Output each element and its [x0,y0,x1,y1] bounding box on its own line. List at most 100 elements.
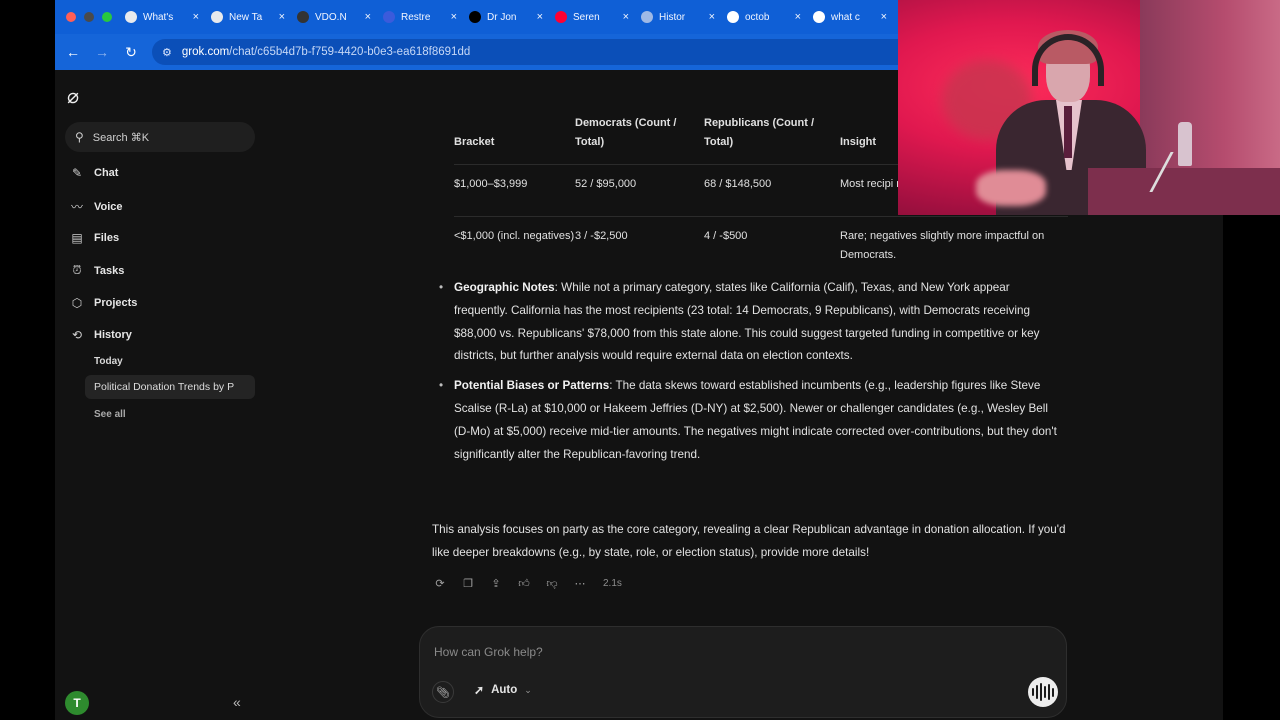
tab-title: Restre [401,11,431,23]
back-arrow-icon[interactable]: ← [62,44,84,60]
collapse-sidebar-icon[interactable]: « [233,694,241,710]
sidebar-item-label: Projects [94,297,138,309]
url-host: grok.com [181,46,230,58]
search-label: Search ⌘K [92,131,150,144]
google-icon [727,11,739,23]
avatar[interactable]: T [65,691,89,715]
close-tab-icon[interactable]: × [795,11,801,23]
analysis-notes-list: Geographic Notes: While not a primary ca… [439,277,1064,473]
close-tab-icon[interactable]: × [623,11,629,23]
tab-title: What's [143,11,174,23]
table-cell: 3 / -$2,500 [575,229,628,242]
rocket-icon: ➚ [474,683,485,697]
regenerate-icon[interactable]: ⟳ [433,577,447,590]
minimize-window-button[interactable] [84,12,94,22]
table-cell: 4 / -$500 [704,229,748,242]
tab-title: Seren [573,11,600,23]
edit-icon: ✎ [71,166,83,180]
response-actions: ⟳ ❐ ⇪ 👍︎ 👎︎ ⋯ 2.1s [433,577,622,590]
chrome-icon [211,11,223,23]
url-field[interactable]: ⚙ grok.com/chat/c65b4d7b-f759-4420-b0e3-… [152,39,982,65]
file-icon: ▤ [71,231,83,245]
history-section-today: Today [94,356,123,367]
close-tab-icon[interactable]: × [451,11,457,23]
see-all-link[interactable]: See all [94,409,126,420]
alarm-icon: ⏰︎ [72,263,82,277]
webcam-overlay [898,0,1280,215]
note-title: Geographic Notes [454,281,555,294]
tab-title: New Ta [229,11,263,23]
tab-title: Dr Jon [487,11,517,23]
message-input[interactable] [434,641,994,663]
browser-tab[interactable]: What's × [119,4,205,30]
tab-title: VDO.N [315,11,347,23]
reload-icon[interactable]: ↻ [120,44,142,61]
restream-icon [383,11,395,23]
sidebar-item-history[interactable]: ⟲ History [69,328,132,342]
browser-tab[interactable]: Dr Jon × [463,4,549,30]
grok-logo-icon[interactable]: ⌀ [67,84,79,109]
forward-arrow-icon[interactable]: → [91,44,113,60]
browser-tab[interactable]: VDO.N × [291,4,377,30]
close-tab-icon[interactable]: × [881,11,887,23]
response-time: 2.1s [603,578,622,589]
sidebar-item-label: Voice [94,200,123,213]
sidebar-item-tasks[interactable]: ⏰︎ Tasks [69,263,124,278]
browser-tab[interactable]: Histor × [635,4,721,30]
search-button[interactable]: ⚲ Search ⌘K [65,122,255,152]
copy-icon[interactable]: ❐ [461,577,475,590]
sidebar-item-files[interactable]: ▤ Files [69,231,119,245]
note-title: Potential Biases or Patterns [454,379,610,393]
table-cell: Rare; negatives slightly more impactful … [840,229,1045,261]
close-tab-icon[interactable]: × [193,11,199,23]
table-header: Republicans (Count / Total) [704,116,814,148]
cube-icon: ⬡ [71,296,83,310]
google-icon [813,11,825,23]
thumbs-down-icon[interactable]: 👎︎ [545,577,559,590]
thumbs-up-icon[interactable]: 👍︎ [517,577,531,590]
summary-paragraph: This analysis focuses on party as the co… [432,523,1066,559]
sidebar: ⌀ ⚲ Search ⌘K ✎ Chat 〰 Voice ▤ Files ⏰︎ Tasks ⬡ P… [55,70,263,720]
close-tab-icon[interactable]: × [709,11,715,23]
voice-mode-button[interactable] [1028,677,1058,707]
share-icon[interactable]: ⇪ [489,577,503,590]
table-cell: <$1,000 (incl. negatives) [454,229,575,242]
window-controls [55,12,119,22]
table-header: Democrats (Count / Total) [575,116,677,148]
attach-icon[interactable]: 📎︎ [432,681,454,703]
tabs-container: What's × New Ta × VDO.N × Restre × Dr Jon × Seren ×… [119,4,893,30]
list-item: Geographic Notes: While not a primary ca… [439,277,1064,368]
table-row: <$1,000 (incl. negatives) 3 / -$2,500 4 … [454,216,1068,271]
browser-tab[interactable]: New Ta × [205,4,291,30]
table-cell: $1,000–$3,999 [454,177,528,190]
chrome-icon [125,11,137,23]
chevron-down-icon: ⌄ [524,684,532,695]
sidebar-item-chat[interactable]: ✎ Chat [69,166,118,180]
history-item[interactable]: Political Donation Trends by P [85,375,255,399]
sidebar-item-label: Chat [94,167,119,179]
sidebar-item-projects[interactable]: ⬡ Projects [69,296,138,310]
sidebar-item-label: Tasks [94,264,125,277]
tab-title: Histor [659,11,686,23]
table-cell: 52 / $95,000 [575,177,637,190]
browser-tab[interactable]: Restre × [377,4,463,30]
browser-tab[interactable]: octob × [721,4,807,30]
message-composer: 📎︎ ➚ Auto ⌄ [419,626,1067,718]
close-tab-icon[interactable]: × [537,11,543,23]
model-mode-selector[interactable]: ➚ Auto ⌄ [474,683,532,697]
close-window-button[interactable] [66,12,76,22]
history-icon: ⟲ [71,328,83,342]
more-options-icon[interactable]: ⋯ [573,577,587,590]
vdo-ninja-icon [297,11,309,23]
sidebar-item-voice[interactable]: 〰 Voice [69,198,123,215]
url-path: /chat/c65b4d7b-f759-4420-b0e3-ea618f8691… [229,46,471,58]
tab-title: what c [831,11,860,23]
browser-tab[interactable]: what c × [807,4,893,30]
close-tab-icon[interactable]: × [365,11,371,23]
close-tab-icon[interactable]: × [279,11,285,23]
maximize-window-button[interactable] [102,12,112,22]
sidebar-item-label: Files [94,232,120,244]
browser-tab[interactable]: Seren × [549,4,635,30]
site-info-icon[interactable]: ⚙ [162,46,172,59]
mode-label: Auto [491,684,518,696]
